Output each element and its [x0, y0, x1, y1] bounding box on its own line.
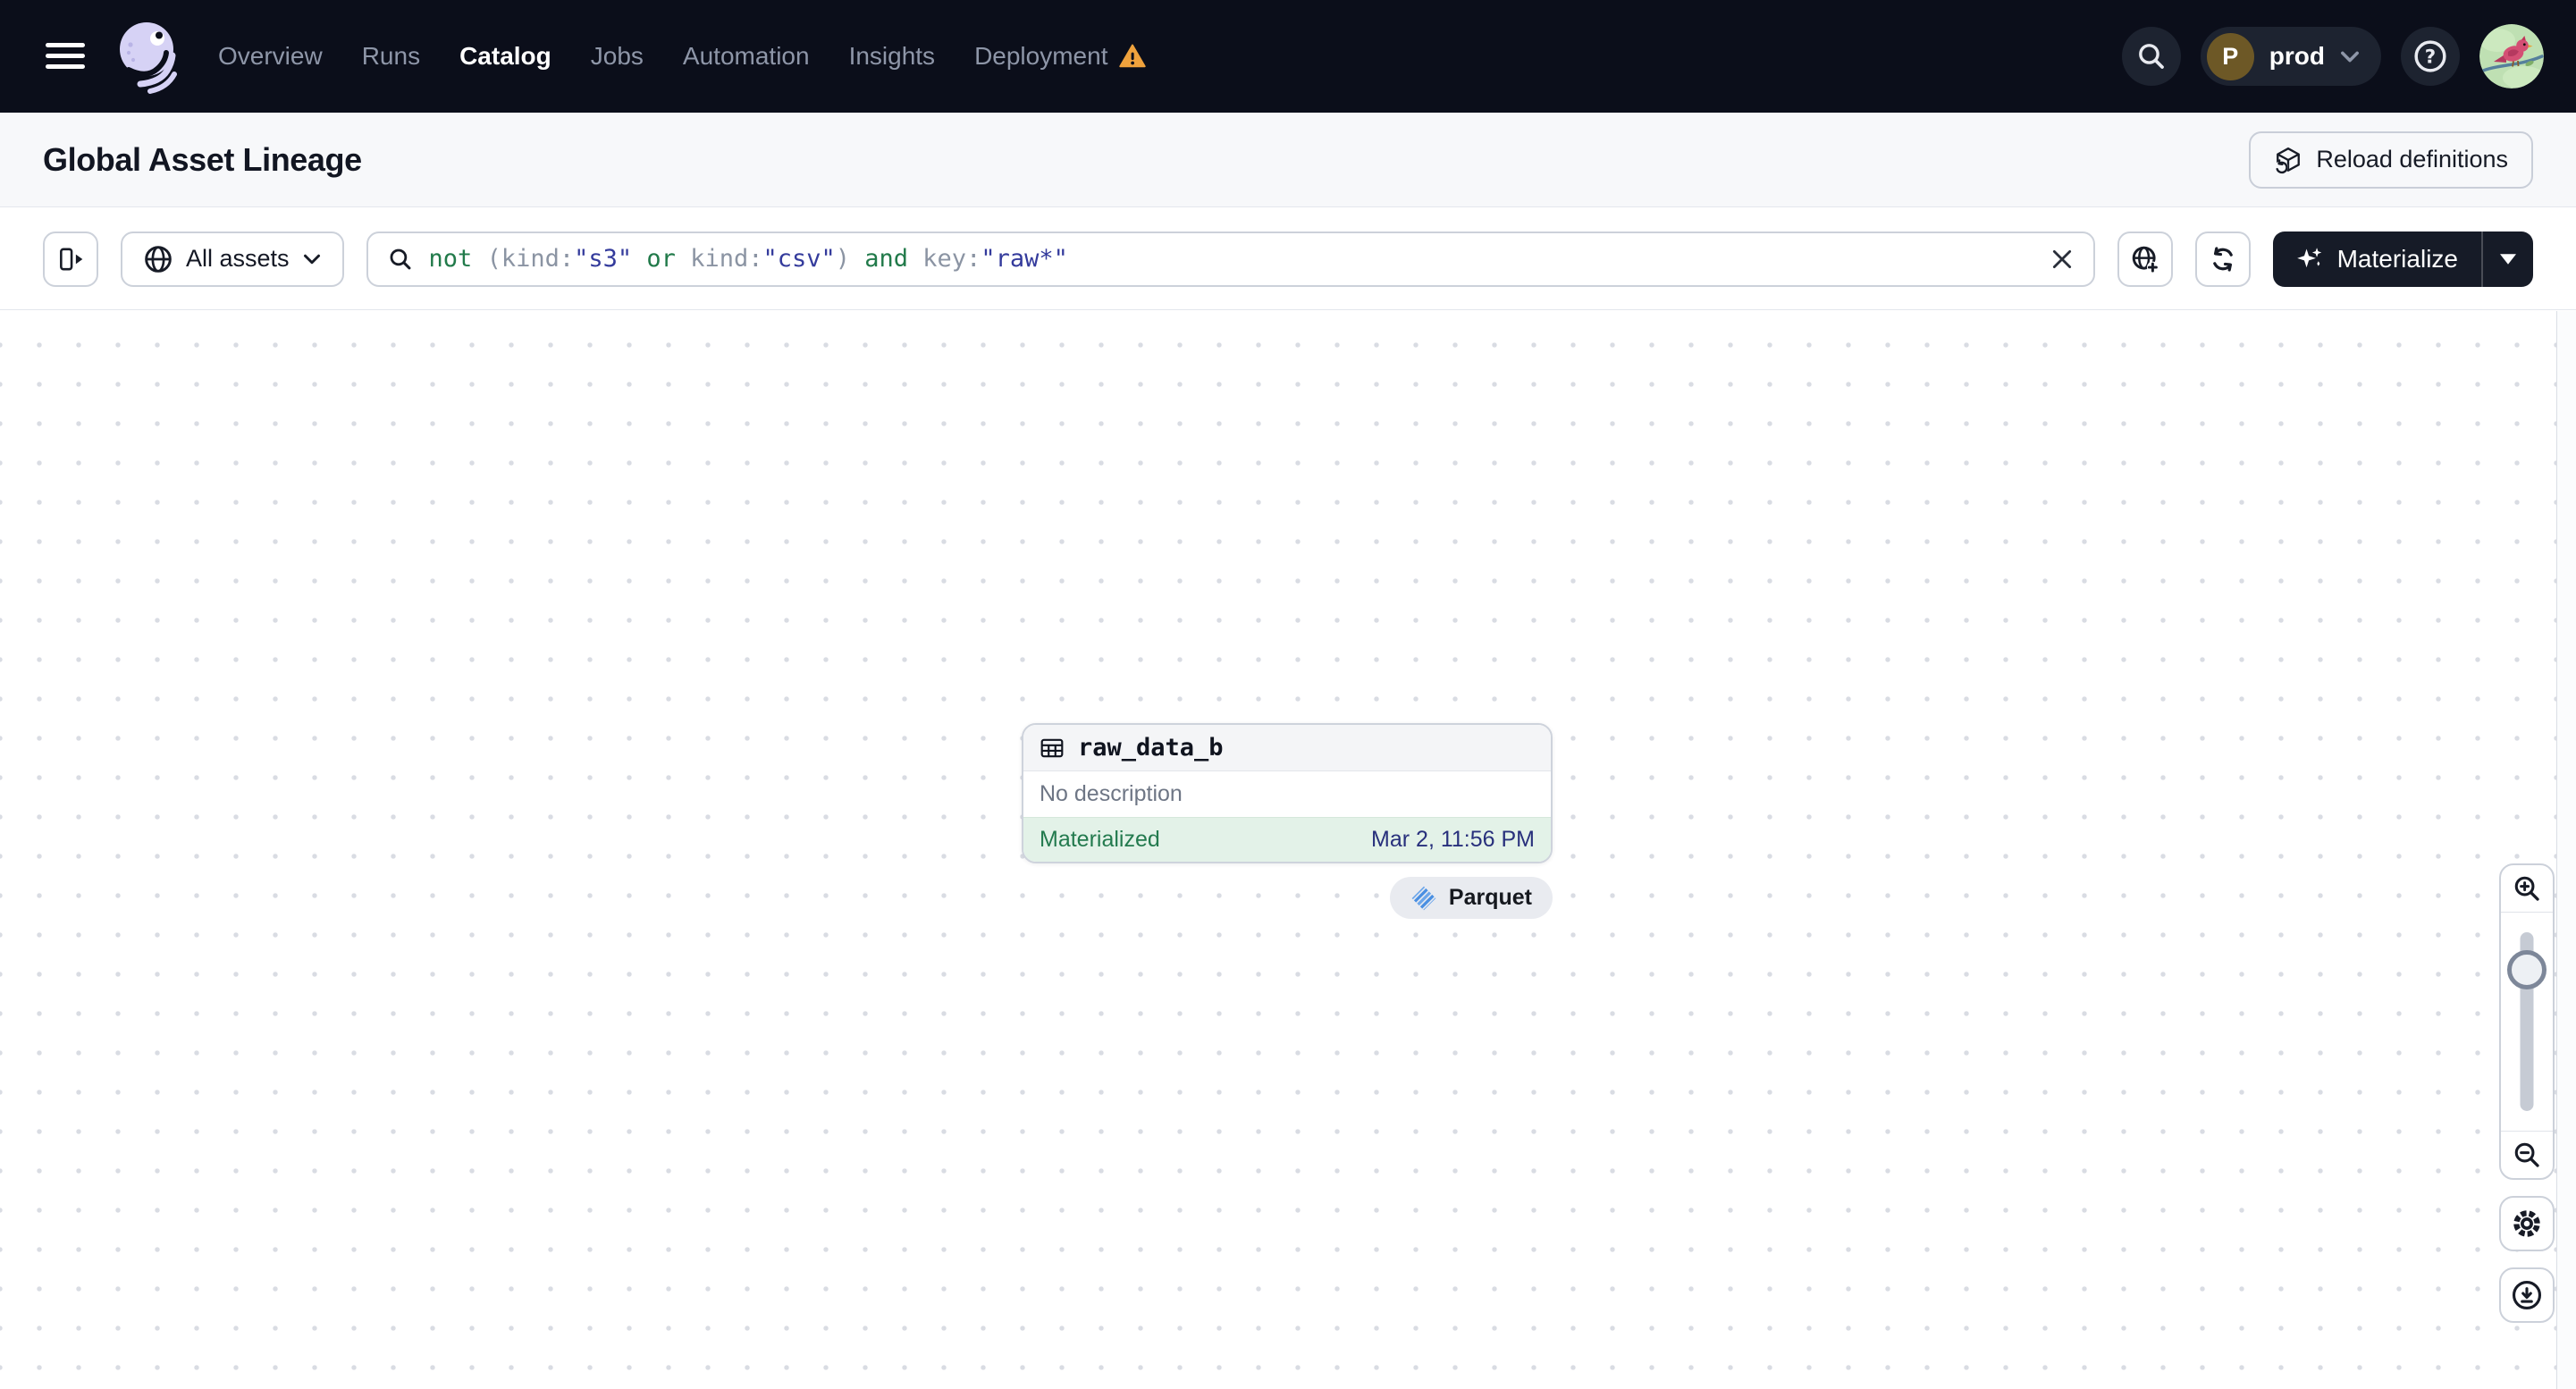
dagster-octopus-icon [120, 22, 177, 94]
svg-text:?: ? [2425, 46, 2436, 68]
chevron-down-icon [303, 254, 320, 264]
query-segment: ) [835, 245, 865, 273]
zoom-slider[interactable] [2501, 912, 2553, 1132]
asset-kind-tag-parquet[interactable]: Parquet [1389, 877, 1553, 919]
gear-icon [2513, 1210, 2540, 1237]
download-icon [2512, 1280, 2542, 1310]
table-icon [1040, 738, 1064, 757]
asset-scope-dropdown[interactable]: All assets [121, 231, 344, 287]
help-icon: ? [2414, 40, 2446, 72]
user-avatar[interactable] [2479, 24, 2544, 88]
nav-links: Overview Runs Catalog Jobs Automation In… [218, 42, 1147, 71]
nav-item-overview[interactable]: Overview [218, 42, 323, 71]
asset-kind-tag-label: Parquet [1448, 885, 1532, 910]
zoom-in-button[interactable] [2501, 865, 2553, 912]
asset-materialized-timestamp: Mar 2, 11:56 PM [1371, 827, 1535, 852]
materialize-label: Materialize [2336, 244, 2458, 273]
materialize-options-button[interactable] [2483, 232, 2533, 287]
nav-item-automation[interactable]: Automation [683, 42, 810, 71]
query-segment: "csv" [762, 245, 836, 273]
query-segment: and [864, 245, 923, 273]
asset-search-input[interactable]: not (kind:"s3" or kind:"csv") and key:"r… [366, 231, 2095, 287]
page-title: Global Asset Lineage [43, 140, 362, 178]
zoom-out-icon [2514, 1142, 2539, 1167]
lineage-toolbar: All assets not (kind:"s3" or kind:"csv")… [0, 208, 2576, 310]
warning-triangle-icon [1119, 44, 1147, 68]
nav-item-catalog[interactable]: Catalog [459, 42, 551, 71]
lineage-canvas[interactable]: raw_data_b No description Materialized M… [0, 311, 2576, 1389]
navbar-right: P prod ? [2121, 24, 2544, 88]
chevron-down-icon [2341, 51, 2359, 62]
download-image-button[interactable] [2499, 1267, 2555, 1323]
asset-status-row: Materialized Mar 2, 11:56 PM [1023, 817, 1551, 862]
query-segment: "raw*" [981, 245, 1068, 273]
asset-description: No description [1040, 781, 1183, 806]
nav-item-runs[interactable]: Runs [362, 42, 420, 71]
clear-search-button[interactable] [2050, 248, 2074, 271]
hamburger-menu-button[interactable] [36, 27, 95, 86]
zoom-in-icon [2514, 876, 2539, 901]
search-icon [2138, 44, 2164, 69]
help-button[interactable]: ? [2401, 27, 2460, 86]
environment-name: prod [2269, 42, 2325, 70]
nav-item-deployment-label: Deployment [974, 42, 1108, 70]
query-segment: key: [922, 245, 981, 273]
top-navbar: Overview Runs Catalog Jobs Automation In… [0, 0, 2576, 113]
zoom-control-group [2499, 863, 2555, 1180]
globe-icon [145, 245, 172, 273]
environment-switcher[interactable]: P prod [2200, 27, 2381, 86]
asset-node-raw-data-b[interactable]: raw_data_b No description Materialized M… [1022, 723, 1553, 863]
asset-name: raw_data_b [1078, 734, 1224, 762]
asset-search-query: not (kind:"s3" or kind:"csv") and key:"r… [429, 245, 2034, 273]
dagster-logo[interactable] [111, 19, 182, 94]
reload-definitions-icon [2275, 147, 2301, 173]
asset-scope-label: All assets [186, 245, 290, 272]
refresh-graph-button[interactable] [2194, 231, 2251, 287]
close-icon [2052, 249, 2071, 268]
search-icon [390, 248, 410, 269]
asset-status-badge: Materialized [1040, 827, 1160, 852]
open-sidebar-panel-button[interactable] [43, 231, 98, 287]
reload-definitions-button[interactable]: Reload definitions [2249, 130, 2533, 189]
hamburger-icon [46, 43, 85, 69]
globe-plus-icon [2132, 246, 2159, 273]
query-segment: kind: [690, 245, 763, 273]
view-controls [2499, 863, 2555, 1323]
query-segment: "s3" [574, 245, 633, 273]
page-header: Global Asset Lineage Reload definitions [0, 113, 2576, 207]
panel-expand-icon [60, 248, 83, 270]
parquet-logo-icon [1411, 886, 1436, 910]
canvas-right-gutter [2556, 311, 2576, 1389]
materialize-button[interactable]: Materialize [2273, 232, 2481, 287]
reload-definitions-label: Reload definitions [2316, 146, 2508, 173]
sparkles-icon [2296, 247, 2321, 267]
caret-down-icon [2500, 253, 2516, 265]
nav-item-deployment[interactable]: Deployment [974, 42, 1147, 71]
nav-item-insights[interactable]: Insights [849, 42, 936, 71]
global-search-button[interactable] [2121, 27, 2181, 86]
refresh-icon [2212, 246, 2233, 272]
zoom-slider-handle[interactable] [2507, 950, 2547, 989]
nav-item-jobs[interactable]: Jobs [591, 42, 644, 71]
navbar-left: Overview Runs Catalog Jobs Automation In… [36, 19, 1147, 94]
materialize-split-button: Materialize [2272, 231, 2533, 287]
add-selection-scope-button[interactable] [2117, 231, 2173, 287]
query-segment: not [428, 245, 487, 273]
lineage-settings-button[interactable] [2499, 1196, 2555, 1251]
bird-avatar-image [2479, 24, 2544, 88]
environment-initial-badge: P [2206, 32, 2254, 80]
query-segment: or [632, 245, 691, 273]
zoom-out-button[interactable] [2501, 1132, 2553, 1178]
query-segment: (kind: [486, 245, 575, 273]
asset-node-header: raw_data_b [1023, 725, 1551, 771]
